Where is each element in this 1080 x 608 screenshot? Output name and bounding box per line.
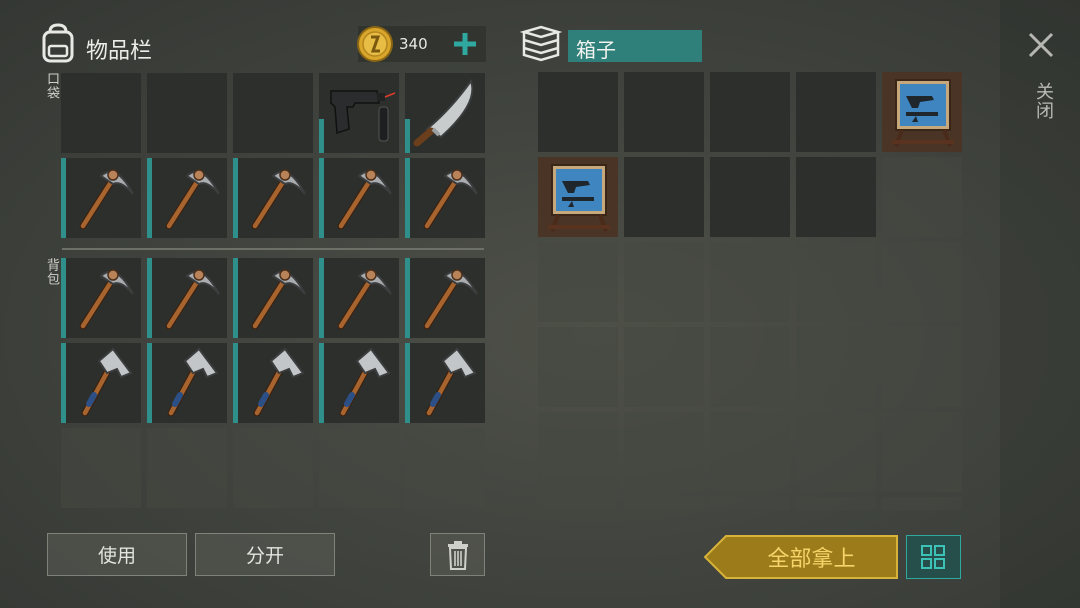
box-slot-empty[interactable]	[538, 72, 618, 152]
box-slot-empty[interactable]	[710, 157, 790, 237]
coin-icon	[356, 25, 394, 63]
use-button[interactable]: 使用	[47, 533, 187, 576]
box-slot-empty[interactable]	[710, 497, 790, 510]
inventory-title: 物品栏	[86, 39, 153, 64]
box-slot-empty[interactable]	[538, 327, 618, 407]
box-slot-empty[interactable]	[796, 72, 876, 152]
backpack-slot-pickaxe[interactable]	[319, 258, 399, 338]
box-slot-empty[interactable]	[710, 242, 790, 322]
backpack-slot-pickaxe[interactable]	[61, 258, 141, 338]
backpack-slot-empty[interactable]	[405, 428, 485, 508]
section-divider	[62, 248, 484, 250]
box-slot-empty[interactable]	[538, 497, 618, 510]
take-all-label: 全部拿上	[767, 547, 856, 572]
pocket-slot-empty[interactable]	[61, 73, 141, 153]
box-slot-empty[interactable]	[710, 72, 790, 152]
right-edge-panel	[1000, 0, 1080, 608]
pocket-slot-pickaxe[interactable]	[61, 158, 141, 238]
backpack-slot-empty[interactable]	[319, 428, 399, 508]
backpack-slot-hammer[interactable]	[147, 343, 227, 423]
backpack-slot-empty[interactable]	[147, 428, 227, 508]
box-slot-empty[interactable]	[710, 412, 790, 492]
box-slot-empty[interactable]	[796, 412, 876, 492]
backpack-slot-empty[interactable]	[61, 428, 141, 508]
pocket-slot-machete[interactable]	[405, 73, 485, 153]
box-slot-empty[interactable]	[882, 157, 962, 237]
box-slot-empty[interactable]	[882, 242, 962, 322]
box-slot-empty[interactable]	[882, 412, 962, 492]
box-slot-empty[interactable]	[710, 327, 790, 407]
coin-amount: 340	[399, 35, 428, 53]
pocket-slot-pistol[interactable]	[319, 73, 399, 153]
backpack-slot-hammer[interactable]	[61, 343, 141, 423]
backpack-slot-pickaxe[interactable]	[405, 258, 485, 338]
pocket-slot-pickaxe[interactable]	[147, 158, 227, 238]
backpack-slot-hammer[interactable]	[405, 343, 485, 423]
box-grid-viewport[interactable]	[538, 72, 962, 510]
box-slot-empty[interactable]	[624, 242, 704, 322]
split-button[interactable]: 分开	[195, 533, 335, 576]
box-slot-empty[interactable]	[796, 242, 876, 322]
pocket-slot-pickaxe[interactable]	[405, 158, 485, 238]
sort-grid-button[interactable]	[906, 535, 961, 579]
backpack-slot-pickaxe[interactable]	[233, 258, 313, 338]
backpack-slot-empty[interactable]	[233, 428, 313, 508]
box-slot-weapon-rack[interactable]	[538, 157, 618, 237]
take-all-button[interactable]: 全部拿上	[704, 535, 899, 579]
pocket-label: 口袋	[44, 72, 59, 100]
add-coins-button[interactable]	[452, 31, 478, 57]
pocket-slot-pickaxe[interactable]	[233, 158, 313, 238]
box-slot-empty[interactable]	[796, 157, 876, 237]
box-slot-empty[interactable]	[882, 327, 962, 407]
box-slot-empty[interactable]	[624, 157, 704, 237]
box-slot-weapon-rack[interactable]	[882, 72, 962, 152]
box-slot-empty[interactable]	[796, 327, 876, 407]
box-slot-empty[interactable]	[538, 412, 618, 492]
backpack-slot-hammer[interactable]	[233, 343, 313, 423]
pocket-slot-empty[interactable]	[233, 73, 313, 153]
backpack-slot-hammer[interactable]	[319, 343, 399, 423]
trash-icon	[447, 540, 468, 570]
backpack-slot-pickaxe[interactable]	[147, 258, 227, 338]
pocket-slot-empty[interactable]	[147, 73, 227, 153]
box-slot-empty[interactable]	[624, 327, 704, 407]
trash-button[interactable]	[430, 533, 485, 576]
box-icon	[518, 24, 564, 64]
grid-icon	[921, 545, 945, 569]
box-slot-empty[interactable]	[882, 497, 962, 510]
box-slot-empty[interactable]	[538, 242, 618, 322]
box-title: 箱子	[576, 38, 616, 62]
box-slot-empty[interactable]	[624, 72, 704, 152]
backpack-icon	[38, 22, 78, 64]
box-slot-empty[interactable]	[796, 497, 876, 510]
backpack-label: 背包	[44, 258, 59, 286]
box-slot-empty[interactable]	[624, 497, 704, 510]
pocket-slot-pickaxe[interactable]	[319, 158, 399, 238]
box-slot-empty[interactable]	[624, 412, 704, 492]
